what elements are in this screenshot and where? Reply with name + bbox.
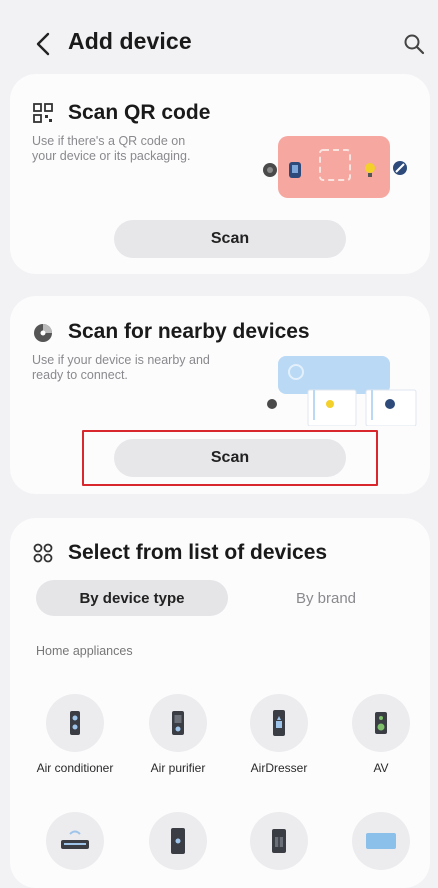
device-tv[interactable] [339,812,423,878]
device-list-card: Select from list of devices By device ty… [10,518,430,888]
soundbar-icon [61,830,89,849]
search-icon[interactable] [402,32,426,56]
scan-nearby-title: Scan for nearby devices [68,320,310,343]
scan-nearby-description: Use if your device is nearby and ready t… [32,353,210,382]
scan-qr-description: Use if there's a QR code on your device … [32,134,191,163]
refrigerator-icon [171,828,185,854]
tab-by-device-type[interactable]: By device type [36,580,228,616]
scan-nearby-card: Scan for nearby devices Use if your devi… [10,296,430,494]
device-air-conditioner[interactable]: Air conditioner [33,694,117,777]
qr-scan-illustration [263,136,407,198]
section-label-home-appliances: Home appliances [36,644,133,658]
device-airdresser[interactable]: AirDresser [237,694,321,777]
device-air-purifier[interactable]: Air purifier [136,694,220,777]
back-arrow-icon[interactable] [32,30,56,58]
device-soundbar[interactable] [33,812,117,878]
tv-icon [366,833,396,849]
scan-qr-button[interactable]: Scan [114,220,346,258]
device-av[interactable]: AV [339,694,423,777]
device-washer[interactable] [237,812,321,878]
device-refrigerator[interactable] [136,812,220,878]
tab-by-brand[interactable]: By brand [246,580,406,616]
device-label: AV [373,761,389,775]
scan-qr-card: Scan QR code Use if there's a QR code on… [10,74,430,274]
air-purifier-icon [172,711,184,735]
av-speaker-icon [375,712,387,734]
nearby-scan-icon [34,324,52,342]
airdresser-icon [273,710,285,736]
scan-nearby-button[interactable]: Scan [114,439,346,477]
grid-list-icon [33,543,53,563]
device-label: Air purifier [150,761,206,775]
page-title: Add device [68,28,192,54]
qr-code-icon [33,103,53,123]
scan-qr-title: Scan QR code [68,101,211,124]
nearby-scan-illustration [250,356,417,426]
air-conditioner-icon [70,711,80,735]
washer-icon [272,829,286,853]
device-label: AirDresser [250,761,308,775]
device-list-title: Select from list of devices [68,541,328,564]
device-label: Air conditioner [36,761,114,775]
